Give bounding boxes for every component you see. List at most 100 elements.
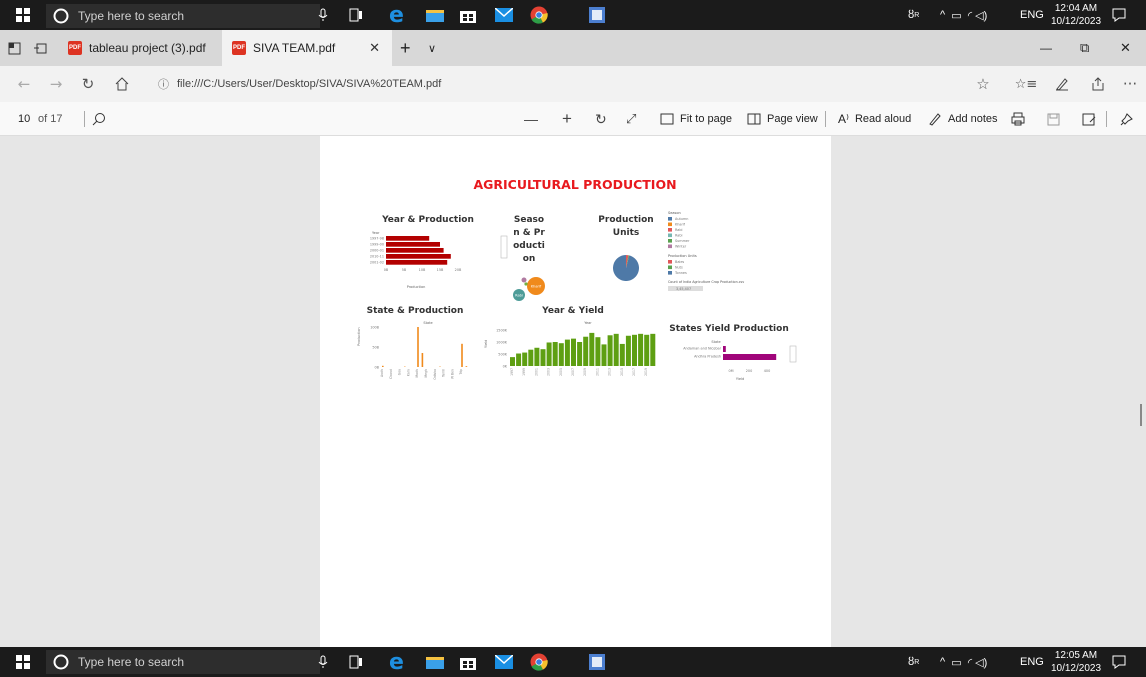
title-line: Units [613, 228, 639, 238]
close-tab-icon[interactable]: ✕ [369, 40, 380, 56]
restore-button[interactable]: ⧉ [1080, 30, 1100, 66]
system-tray-icons[interactable]: ^ ▭ ◜ ◁) [940, 0, 987, 30]
page-view-button[interactable]: Page view [747, 102, 818, 136]
count-value: 3,45,407 [676, 287, 691, 291]
read-aloud-icon: A⁾ [838, 112, 849, 126]
legend-label: Winter [675, 245, 687, 249]
file-explorer-icon[interactable] [422, 651, 448, 673]
share-icon[interactable] [1088, 74, 1108, 94]
bubble-label: Rabi [515, 294, 523, 298]
full-screen-icon[interactable]: ⤢ [626, 102, 636, 136]
read-aloud-button[interactable]: A⁾ Read aloud [838, 102, 911, 136]
start-button[interactable] [0, 647, 46, 677]
bar [382, 365, 384, 367]
pdf-file-icon: PDF [68, 41, 82, 55]
edge-icon[interactable]: e [385, 4, 411, 26]
zoom-out-button[interactable]: — [524, 102, 538, 136]
tab-siva-team[interactable]: PDF SIVA TEAM.pdf ✕ [222, 30, 392, 66]
print-icon[interactable] [1011, 102, 1025, 136]
task-view-icon[interactable] [343, 651, 369, 673]
bar [607, 335, 613, 366]
chrome-icon[interactable] [526, 651, 552, 673]
axis-header: State [423, 321, 432, 325]
vertical-scrollbar[interactable] [1140, 404, 1142, 426]
taskbar-clock[interactable]: 12:04 AM 10/12/2023 [1046, 2, 1106, 28]
save-icon[interactable] [1047, 102, 1060, 136]
word-icon[interactable] [584, 651, 610, 673]
people-icon[interactable]: ȣR [908, 647, 919, 677]
info-icon[interactable]: ⓘ [158, 76, 169, 92]
new-tab-button[interactable]: + [400, 30, 418, 66]
x-tick-label: 1997 [510, 368, 514, 376]
more-menu-icon[interactable]: ··· [1120, 74, 1140, 94]
forward-arrow-icon[interactable]: → [46, 74, 66, 94]
back-arrow-icon[interactable]: ← [14, 74, 34, 94]
store-icon[interactable] [455, 651, 481, 673]
y-axis-label: Yield [484, 340, 488, 348]
bar [613, 333, 619, 366]
chrome-icon[interactable] [526, 4, 552, 26]
taskbar-search-box[interactable]: Type here to search [46, 650, 320, 674]
x-tick-label: 2013 [608, 368, 612, 376]
x-tick-label: Megh [424, 369, 428, 378]
legend-label: Bales [675, 260, 684, 264]
bar [583, 336, 589, 366]
dashboard-figure: AGRICULTURAL PRODUCTION Year & Productio… [357, 177, 797, 381]
fit-to-page-button[interactable]: Fit to page [660, 102, 732, 136]
divider [825, 111, 826, 127]
set-aside-tabs-icon[interactable] [34, 30, 54, 66]
zoom-in-button[interactable]: + [562, 102, 572, 136]
states-yield-chart: States Yield Production State Andaman an… [669, 324, 797, 381]
mail-icon[interactable] [491, 651, 517, 673]
axis-header: Year [372, 231, 380, 235]
legend-label: Nuts [675, 266, 683, 270]
bar [723, 346, 726, 352]
bubble-small [524, 282, 528, 286]
favorites-list-icon[interactable]: ☆≡ [1015, 74, 1038, 94]
bar [595, 337, 601, 366]
search-icon[interactable] [92, 102, 106, 136]
system-tray-icons[interactable]: ^ ▭ ◜ ◁) [940, 647, 987, 677]
people-icon[interactable]: ȣR [908, 0, 919, 30]
bar [386, 260, 448, 265]
taskbar-search-box[interactable]: Type here to search [46, 4, 320, 28]
start-button[interactable] [0, 0, 46, 30]
rotate-icon[interactable]: ↻ [595, 102, 607, 136]
pin-toolbar-icon[interactable] [1120, 102, 1133, 136]
notification-icon[interactable] [1112, 0, 1126, 30]
pen-notes-icon[interactable] [1052, 74, 1072, 94]
tab-list-chevron-icon[interactable]: ∨ [428, 30, 442, 66]
task-view-icon[interactable] [343, 4, 369, 26]
y-tick-label: 0K [503, 365, 508, 369]
minimize-button[interactable]: — [1040, 30, 1060, 66]
language-indicator[interactable]: ENG [1020, 647, 1044, 677]
close-window-button[interactable]: ✕ [1120, 30, 1140, 66]
microphone-icon[interactable] [310, 651, 336, 673]
tab-actions-icon[interactable] [8, 30, 28, 66]
notification-icon[interactable] [1112, 647, 1126, 677]
refresh-icon[interactable]: ↻ [78, 74, 98, 94]
favorite-star-icon[interactable]: ☆ [973, 74, 993, 94]
add-notes-button[interactable]: Add notes [928, 102, 998, 136]
edge-icon[interactable]: e [385, 651, 411, 673]
file-explorer-icon[interactable] [422, 4, 448, 26]
word-icon[interactable] [584, 4, 610, 26]
tab-tableau-project[interactable]: PDF tableau project (3).pdf [62, 30, 222, 66]
save-as-icon[interactable] [1082, 102, 1096, 136]
bubble-small [521, 277, 527, 283]
store-icon[interactable] [455, 4, 481, 26]
y-tick-label: 2010-11 [370, 255, 384, 259]
legend-label: Kharif [675, 223, 686, 227]
page-number-field[interactable]: 10 [18, 102, 30, 136]
x-tick-label: 2019 [644, 368, 648, 376]
microphone-icon[interactable] [310, 4, 336, 26]
address-field[interactable]: ⓘ file:///C:/Users/User/Desktop/SIVA/SIV… [152, 71, 960, 97]
language-indicator[interactable]: ENG [1020, 0, 1044, 30]
taskbar-clock[interactable]: 12:05 AM 10/12/2023 [1046, 649, 1106, 675]
mail-icon[interactable] [491, 4, 517, 26]
title-line: Production [598, 215, 653, 225]
bar [571, 338, 576, 366]
pdf-viewer-area[interactable]: AGRICULTURAL PRODUCTION Year & Productio… [0, 136, 1146, 647]
x-axis-label: Production [407, 285, 426, 289]
home-icon[interactable] [112, 74, 132, 94]
